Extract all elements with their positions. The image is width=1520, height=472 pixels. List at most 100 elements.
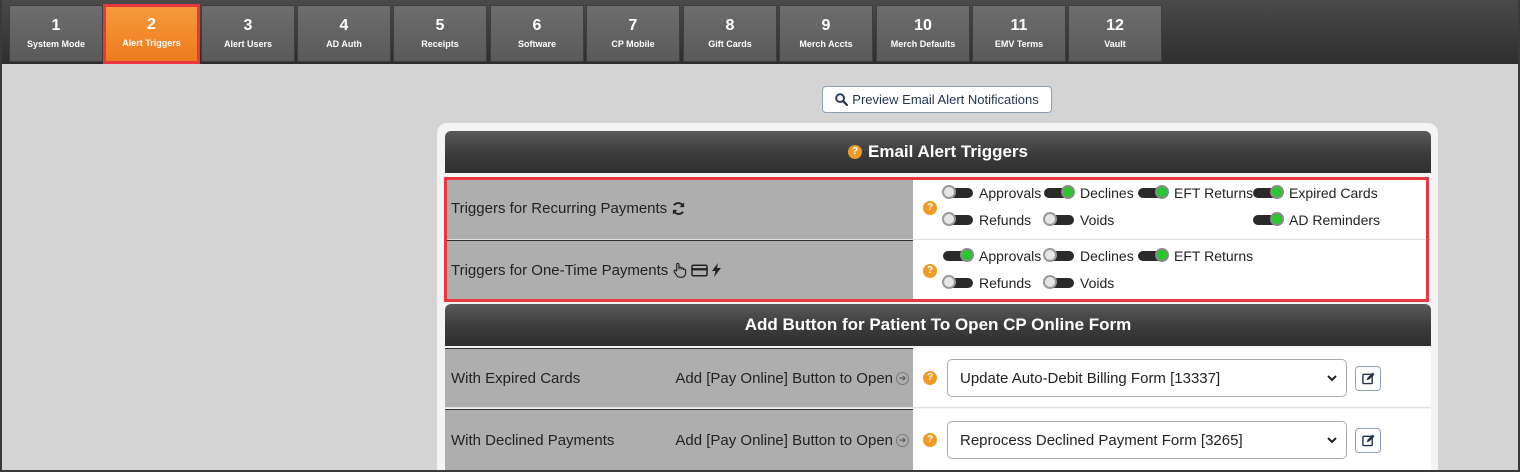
tab-number: 9 (821, 17, 831, 34)
toggle-switch[interactable] (1043, 275, 1074, 289)
tab-number: 3 (243, 17, 253, 34)
toggle-switch[interactable] (1253, 212, 1284, 226)
toggle-switch[interactable] (942, 212, 973, 226)
toggle-knob (942, 185, 956, 199)
recurring-label: Triggers for Recurring Payments (451, 200, 668, 217)
toggle-knob (1043, 275, 1057, 289)
preview-email-alerts-button[interactable]: Preview Email Alert Notifications (822, 86, 1052, 113)
tab-merch-defaults[interactable]: 10 Merch Defaults (876, 5, 970, 62)
tab-number: 12 (1106, 17, 1124, 34)
action-text: Add [Pay Online] Button to Open (675, 369, 893, 387)
tab-label: Alert Triggers (122, 38, 181, 48)
chevron-down-icon (1327, 375, 1337, 382)
add-button-section-header: Add Button for Patient To Open CP Online… (445, 304, 1431, 346)
tab-label: Gift Cards (708, 39, 752, 49)
search-icon (835, 93, 849, 106)
tab-cp-mobile[interactable]: 7 CP Mobile (586, 5, 680, 62)
one-time-triggers-row: Triggers for One-Time Payments ? Approva… (445, 240, 1431, 300)
one-time-label: Triggers for One-Time Payments (451, 261, 669, 279)
declined-payments-row: With Declined Payments Add [Pay Online] … (445, 409, 1431, 472)
toggle-knob (1155, 248, 1169, 262)
recurring-eft-returns-toggle[interactable]: EFT Returns (1138, 185, 1253, 201)
tab-label: CP Mobile (611, 39, 655, 49)
toggle-knob (1270, 185, 1284, 199)
toggle-label: Voids (1080, 212, 1115, 228)
tab-merch-accts[interactable]: 9 Merch Accts (779, 5, 873, 62)
settings-panel: ? Email Alert Triggers Triggers for Recu… (437, 123, 1438, 472)
toggle-switch[interactable] (1043, 248, 1074, 262)
tab-number: 7 (628, 17, 638, 34)
tab-label: Alert Users (223, 39, 273, 49)
toggle-label: Approvals (979, 185, 1042, 201)
toggle-switch[interactable] (1138, 185, 1169, 199)
toggle-knob (1043, 248, 1057, 262)
tab-alert-users[interactable]: 3 Alert Users (201, 5, 295, 62)
help-icon[interactable]: ? (923, 264, 937, 278)
expired-cards-form-select[interactable]: Update Auto-Debit Billing Form [13337] (947, 359, 1347, 397)
tab-label: System Mode (26, 39, 86, 49)
edit-form-button[interactable] (1355, 428, 1381, 453)
tab-number: 2 (147, 16, 156, 33)
toggle-knob (1270, 212, 1284, 226)
recurring-ad-reminders-toggle[interactable]: AD Reminders (1253, 212, 1380, 228)
tab-number: 4 (339, 17, 349, 34)
row-label-cell: With Expired Cards Add [Pay Online] Butt… (445, 348, 913, 407)
tab-number: 6 (532, 17, 542, 34)
recurring-declines-toggle[interactable]: Declines (1044, 185, 1134, 201)
toggle-knob (1155, 185, 1169, 199)
toggle-label: Approvals (979, 248, 1042, 264)
tab-alert-triggers[interactable]: 2 Alert Triggers (103, 4, 200, 64)
tab-vault[interactable]: 12 Vault (1068, 5, 1162, 62)
tab-software[interactable]: 6 Software (490, 5, 584, 62)
edit-icon (1361, 434, 1375, 447)
toggle-switch[interactable] (943, 248, 974, 262)
tab-label: Merch Accts (799, 39, 853, 49)
tab-system-mode[interactable]: 1 System Mode (9, 5, 103, 62)
tab-emv-terms[interactable]: 11 EMV Terms (972, 5, 1066, 62)
toggle-label: AD Reminders (1289, 212, 1381, 228)
toggle-knob (942, 212, 956, 226)
one-time-refunds-toggle[interactable]: Refunds (942, 275, 1031, 291)
toggle-label: Refunds (979, 212, 1032, 228)
tab-ad-auth[interactable]: 4 AD Auth (297, 5, 391, 62)
one-time-eft-returns-toggle[interactable]: EFT Returns (1138, 248, 1253, 264)
one-time-voids-toggle[interactable]: Voids (1043, 275, 1114, 291)
declined-payments-form-select[interactable]: Reprocess Declined Payment Form [3265] (947, 421, 1347, 459)
help-icon[interactable]: ? (923, 371, 937, 385)
toggle-switch[interactable] (942, 275, 973, 289)
toggle-switch[interactable] (1138, 248, 1169, 262)
help-icon[interactable]: ? (923, 433, 937, 447)
refresh-icon (673, 202, 685, 215)
help-icon[interactable]: ? (923, 201, 937, 215)
toggle-label: Declines (1080, 185, 1134, 201)
toggle-knob (942, 275, 956, 289)
recurring-refunds-toggle[interactable]: Refunds (942, 212, 1032, 228)
chevron-down-icon (1327, 437, 1337, 444)
one-time-declines-toggle[interactable]: Declines (1043, 248, 1134, 264)
one-time-approvals-toggle[interactable]: Approvals (943, 248, 1041, 264)
pointer-hand-icon (673, 262, 687, 278)
email-alert-triggers-header: ? Email Alert Triggers (445, 131, 1431, 173)
action-text: Add [Pay Online] Button to Open (675, 432, 893, 449)
tab-number: 5 (435, 17, 445, 34)
select-value: Update Auto-Debit Billing Form [13337] (960, 369, 1221, 387)
edit-form-button[interactable] (1355, 366, 1381, 391)
declined-payments-form-cell: ? Reprocess Declined Payment Form [3265] (913, 409, 1431, 471)
toggle-knob (1061, 185, 1075, 199)
tab-gift-cards[interactable]: 8 Gift Cards (683, 5, 777, 62)
recurring-expired-cards-toggle[interactable]: Expired Cards (1253, 185, 1378, 201)
tab-number: 8 (725, 17, 735, 34)
toggle-switch[interactable] (1253, 185, 1284, 199)
recurring-approvals-toggle[interactable]: Approvals (942, 185, 1042, 201)
toggle-switch[interactable] (1044, 185, 1075, 199)
help-icon[interactable]: ? (848, 145, 862, 159)
declined-payments-label: With Declined Payments (451, 432, 615, 449)
recurring-voids-toggle[interactable]: Voids (1043, 212, 1115, 228)
tab-receipts[interactable]: 5 Receipts (393, 5, 487, 62)
toggle-label: EFT Returns (1174, 248, 1254, 264)
toggle-switch[interactable] (1043, 212, 1074, 226)
expired-cards-row: With Expired Cards Add [Pay Online] Butt… (445, 348, 1431, 408)
arrow-circle-icon: ➔ (896, 434, 909, 447)
toggle-switch[interactable] (942, 185, 973, 199)
expired-cards-form-cell: ? Update Auto-Debit Billing Form [13337] (913, 348, 1431, 407)
